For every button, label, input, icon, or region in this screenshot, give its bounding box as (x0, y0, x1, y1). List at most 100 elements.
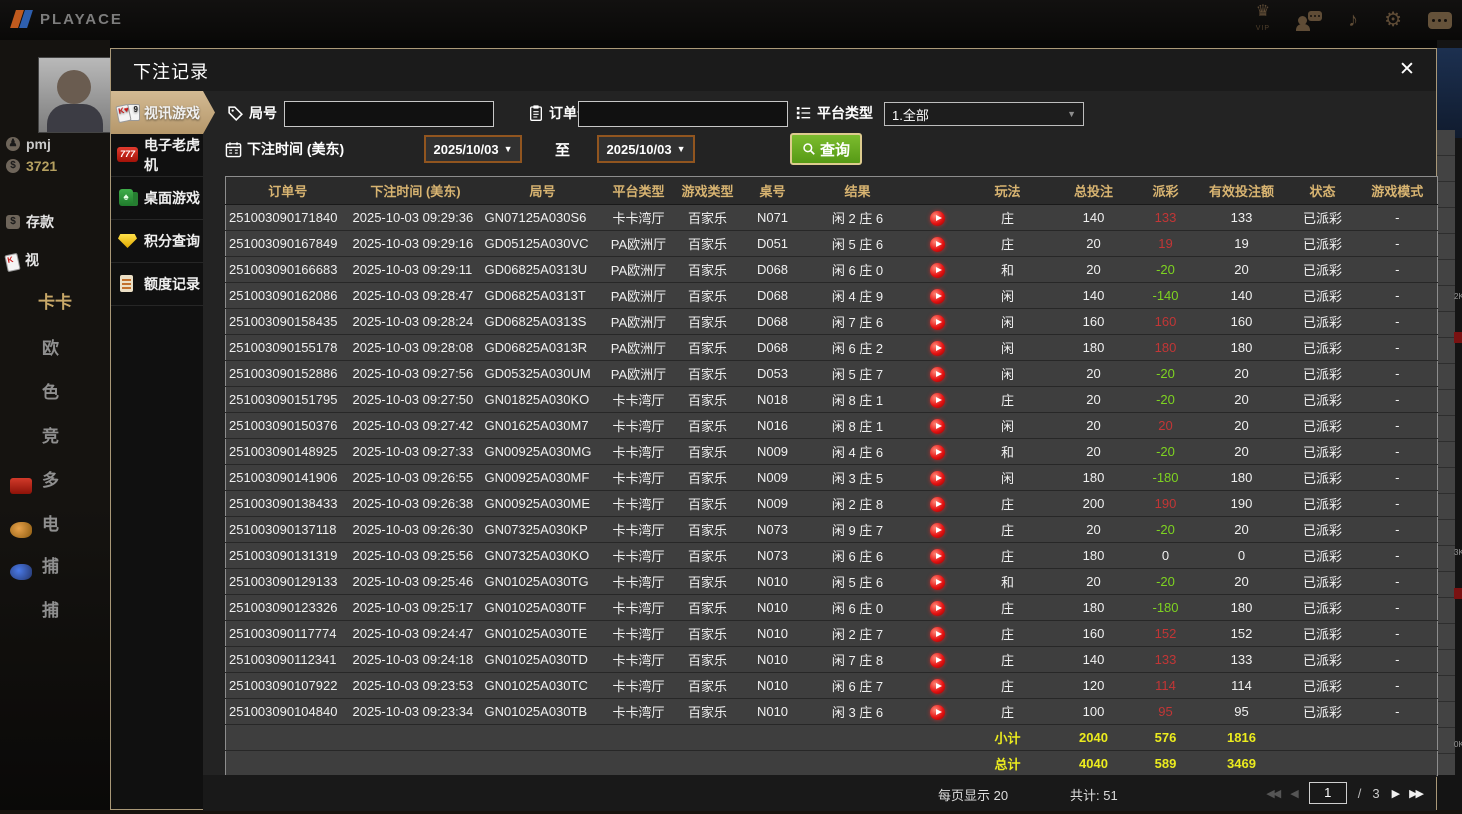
first-page-icon[interactable]: ◀◀ (1266, 787, 1281, 800)
background-right-sliver: 2K 3K 0K (1437, 40, 1462, 814)
cell-status: 已派彩 (1287, 568, 1358, 595)
cell-status: 已派彩 (1287, 620, 1358, 647)
replay-play-icon[interactable] (930, 704, 945, 720)
replay-play-icon[interactable] (930, 600, 945, 616)
table-row: 251003090166683 2025-10-03 09:29:11 GD06… (225, 256, 1438, 283)
cell-bet: 120 (1051, 672, 1136, 699)
replay-play-icon[interactable] (930, 236, 945, 252)
search-button[interactable]: 查询 (790, 133, 862, 165)
cell-table-no: N010 (741, 568, 804, 595)
tab-video-games[interactable]: 9 K♥ 视讯游戏 (111, 91, 215, 134)
replay-play-icon[interactable] (930, 392, 945, 408)
replay-play-icon[interactable] (930, 496, 945, 512)
cell-result: 闲 4 庄 9 (803, 282, 912, 309)
cell-order: 251003090162086 (225, 282, 350, 309)
replay-play-icon[interactable] (930, 444, 945, 460)
replay-play-icon[interactable] (930, 418, 945, 434)
vip-icon[interactable]: ♛ VIP (1256, 2, 1270, 39)
cell-game-type: 百家乐 (673, 620, 742, 647)
cell-platform: 卡卡湾厅 (603, 672, 674, 699)
cell-mode: - (1357, 282, 1438, 309)
tab-table-games[interactable]: ♠ 桌面游戏 (111, 177, 203, 220)
replay-play-icon[interactable] (930, 262, 945, 278)
tab-quota-records[interactable]: 额度记录 (111, 263, 203, 306)
cell-game-type: 百家乐 (673, 646, 742, 673)
cell-time: 2025-10-03 09:29:16 (349, 230, 482, 257)
cell-round: GN00925A030ME (481, 490, 604, 517)
subtotal-label: 小计 (963, 724, 1052, 751)
round-number-input[interactable] (284, 101, 494, 127)
cell-replay (911, 568, 964, 595)
replay-play-icon[interactable] (930, 288, 945, 304)
date-from-select[interactable]: 2025/10/03 ▼ (424, 135, 522, 163)
replay-play-icon[interactable] (930, 522, 945, 538)
table-row: 251003090112341 2025-10-03 09:24:18 GN01… (225, 646, 1438, 673)
tab-slots[interactable]: 777 电子老虎机 (111, 134, 203, 177)
settings-gear-icon[interactable]: ⚙ (1384, 10, 1402, 30)
tab-points-query[interactable]: 积分查询 (111, 220, 203, 263)
cell-payout: 133 (1135, 646, 1196, 673)
close-icon[interactable]: ✕ (1394, 57, 1420, 83)
music-icon[interactable]: ♪ (1348, 10, 1358, 30)
calendar-icon (225, 141, 242, 157)
cell-valid: 180 (1195, 464, 1288, 491)
cell-game-type: 百家乐 (673, 698, 742, 725)
cell-game-type: 百家乐 (673, 230, 742, 257)
cell-time: 2025-10-03 09:28:47 (349, 282, 482, 309)
table-row: 251003090167849 2025-10-03 09:29:16 GD05… (225, 230, 1438, 257)
slot-777-icon: 777 (117, 145, 139, 165)
cell-table-no: N010 (741, 698, 804, 725)
order-number-input[interactable] (578, 101, 788, 127)
cell-play: 闲 (963, 360, 1052, 387)
background-slots-icon (10, 478, 32, 494)
cell-round: GN01625A030M7 (481, 412, 604, 439)
cell-result: 闲 2 庄 6 (803, 204, 912, 231)
replay-play-icon[interactable] (930, 678, 945, 694)
last-page-icon[interactable]: ▶▶ (1409, 787, 1424, 800)
page-number-input[interactable]: 1 (1308, 782, 1347, 804)
cell-round: GN01025A030TD (481, 646, 604, 673)
prev-page-icon[interactable]: ◀ (1290, 787, 1298, 800)
support-icon[interactable] (1296, 9, 1323, 31)
date-to-select[interactable]: 2025/10/03 ▼ (597, 135, 695, 163)
cell-order: 251003090104840 (225, 698, 350, 725)
cell-order: 251003090151795 (225, 386, 350, 413)
total-row: 总计 4040 589 3469 (225, 750, 1438, 777)
round-number-label-group: 局号 (227, 99, 277, 127)
table-row: 251003090137118 2025-10-03 09:26:30 GN07… (225, 516, 1438, 543)
cell-valid: 160 (1195, 308, 1288, 335)
cell-game-type: 百家乐 (673, 516, 742, 543)
cell-round: GN07325A030KO (481, 542, 604, 569)
replay-play-icon[interactable] (930, 210, 945, 226)
replay-play-icon[interactable] (930, 652, 945, 668)
cell-order: 251003090152886 (225, 360, 350, 387)
avatar (38, 57, 110, 133)
cell-replay (911, 516, 964, 543)
col-payout: 派彩 (1135, 176, 1196, 205)
cell-valid: 180 (1195, 334, 1288, 361)
chat-icon[interactable] (1428, 11, 1452, 29)
cell-play: 庄 (963, 230, 1052, 257)
replay-play-icon[interactable] (930, 470, 945, 486)
replay-play-icon[interactable] (930, 548, 945, 564)
cell-mode: - (1357, 256, 1438, 283)
cell-order: 251003090137118 (225, 516, 350, 543)
logo-mark-icon (10, 7, 34, 31)
cell-time: 2025-10-03 09:24:47 (349, 620, 482, 647)
replay-play-icon[interactable] (930, 340, 945, 356)
replay-play-icon[interactable] (930, 366, 945, 382)
table-row: 251003090123326 2025-10-03 09:25:17 GN01… (225, 594, 1438, 621)
col-game-type: 游戏类型 (673, 176, 742, 205)
replay-play-icon[interactable] (930, 626, 945, 642)
table-row: 251003090158435 2025-10-03 09:28:24 GD06… (225, 308, 1438, 335)
next-page-icon[interactable]: ▶ (1391, 787, 1400, 800)
cell-table-no: N018 (741, 386, 804, 413)
cell-valid: 114 (1195, 672, 1288, 699)
cell-platform: 卡卡湾厅 (603, 438, 674, 465)
replay-play-icon[interactable] (930, 314, 945, 330)
platform-type-select[interactable]: 1.全部 ▼ (884, 102, 1084, 126)
col-result: 结果 (803, 176, 912, 205)
cell-time: 2025-10-03 09:27:50 (349, 386, 482, 413)
background-deposit-label: 存款 (26, 214, 54, 230)
replay-play-icon[interactable] (930, 574, 945, 590)
